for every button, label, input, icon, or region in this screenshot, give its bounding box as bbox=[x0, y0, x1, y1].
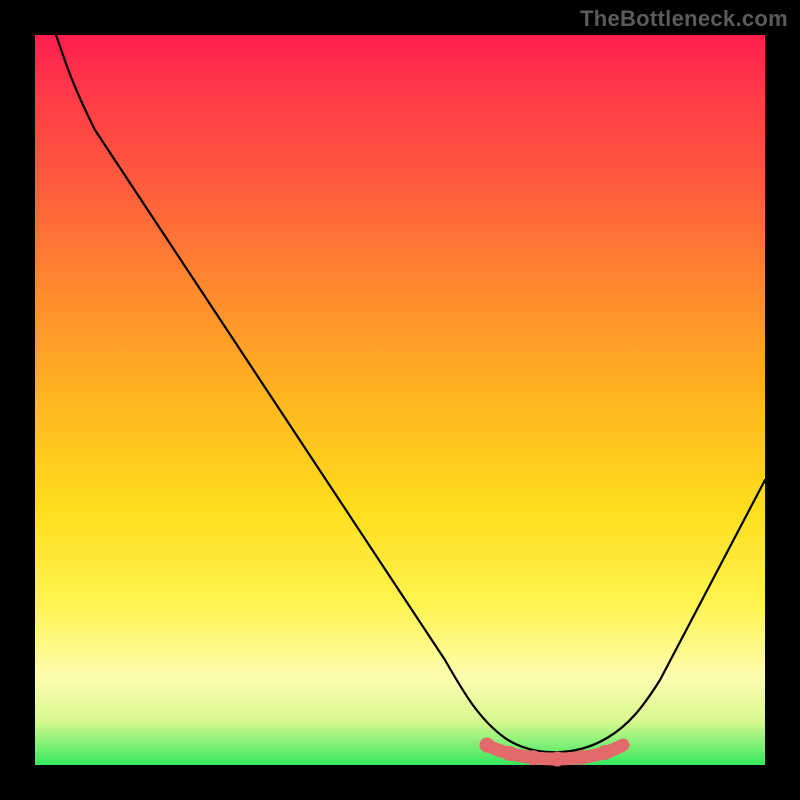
plot-area bbox=[35, 35, 765, 765]
chart-frame: TheBottleneck.com bbox=[0, 0, 800, 800]
bottleneck-curve bbox=[56, 35, 765, 752]
highlight-optimal-range-dots bbox=[487, 745, 623, 759]
watermark-text: TheBottleneck.com bbox=[580, 6, 788, 32]
curve-svg bbox=[35, 35, 765, 765]
